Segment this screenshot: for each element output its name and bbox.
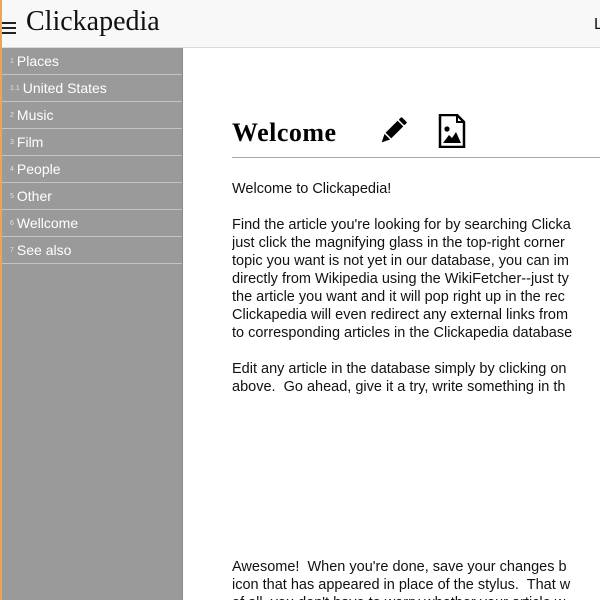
sidebar-item-people[interactable]: 4 People <box>2 156 182 183</box>
sidebar-toc: 1 Places 1.1 United States 2 Music 3 Film 4P… <box>2 48 183 600</box>
image-icon[interactable] <box>437 113 467 149</box>
article-header: Welcome <box>232 112 600 158</box>
toc-number: 5 <box>10 193 14 201</box>
sidebar-item-label: Wellcome <box>16 215 79 231</box>
sidebar-item-label: Film <box>16 134 44 150</box>
sidebar-item-music[interactable]: 2 Music <box>2 102 182 129</box>
article-content: Welcome Welcome to Clickapedia! Find the… <box>232 48 600 600</box>
sidebar-item-label: United States <box>22 80 107 96</box>
sidebar-item-label: See also <box>16 242 72 258</box>
sidebar-item-other[interactable]: 5 Other <box>2 183 182 210</box>
toc-number: 1.1 <box>10 85 20 93</box>
sidebar-item-see-also[interactable]: 7 See also <box>2 237 182 264</box>
sidebar-item-places[interactable]: 1 Places <box>2 48 182 75</box>
app-title[interactable]: Clickapedia <box>26 6 160 38</box>
sidebar-item-label: Other <box>16 188 52 204</box>
toc-number: 3 <box>10 139 14 147</box>
sidebar-item-film[interactable]: 3 Film <box>2 129 182 156</box>
toc-number: 1 <box>10 58 14 66</box>
sidebar-item-united-states[interactable]: 1.1 United States <box>2 75 182 102</box>
sidebar-item-label: Places <box>16 53 59 69</box>
paragraph-edit-article: Edit any article in the database simply … <box>232 361 567 395</box>
paragraph-awesome: Awesome! When you're done, save your cha… <box>232 559 571 600</box>
hamburger-menu-icon[interactable] <box>2 19 18 35</box>
sidebar-item-label: Music <box>16 107 54 123</box>
sidebar-item-wellcome[interactable]: 6 Wellcome <box>2 210 182 237</box>
sidebar-item-label: People <box>16 161 61 177</box>
paragraph-find-article: Find the article you're looking for by s… <box>232 217 573 341</box>
page-title: Welcome <box>232 118 337 147</box>
top-bar: Clickapedia L <box>2 0 600 48</box>
toc-number: 6 <box>10 220 14 228</box>
paragraph-welcome: Welcome to Clickapedia! <box>232 181 392 197</box>
pencil-icon[interactable] <box>378 116 408 146</box>
toc-number: 4 <box>10 166 14 174</box>
toc-number: 7 <box>10 247 14 255</box>
topbar-right-link[interactable]: L <box>594 16 600 34</box>
toc-number: 2 <box>10 112 14 120</box>
